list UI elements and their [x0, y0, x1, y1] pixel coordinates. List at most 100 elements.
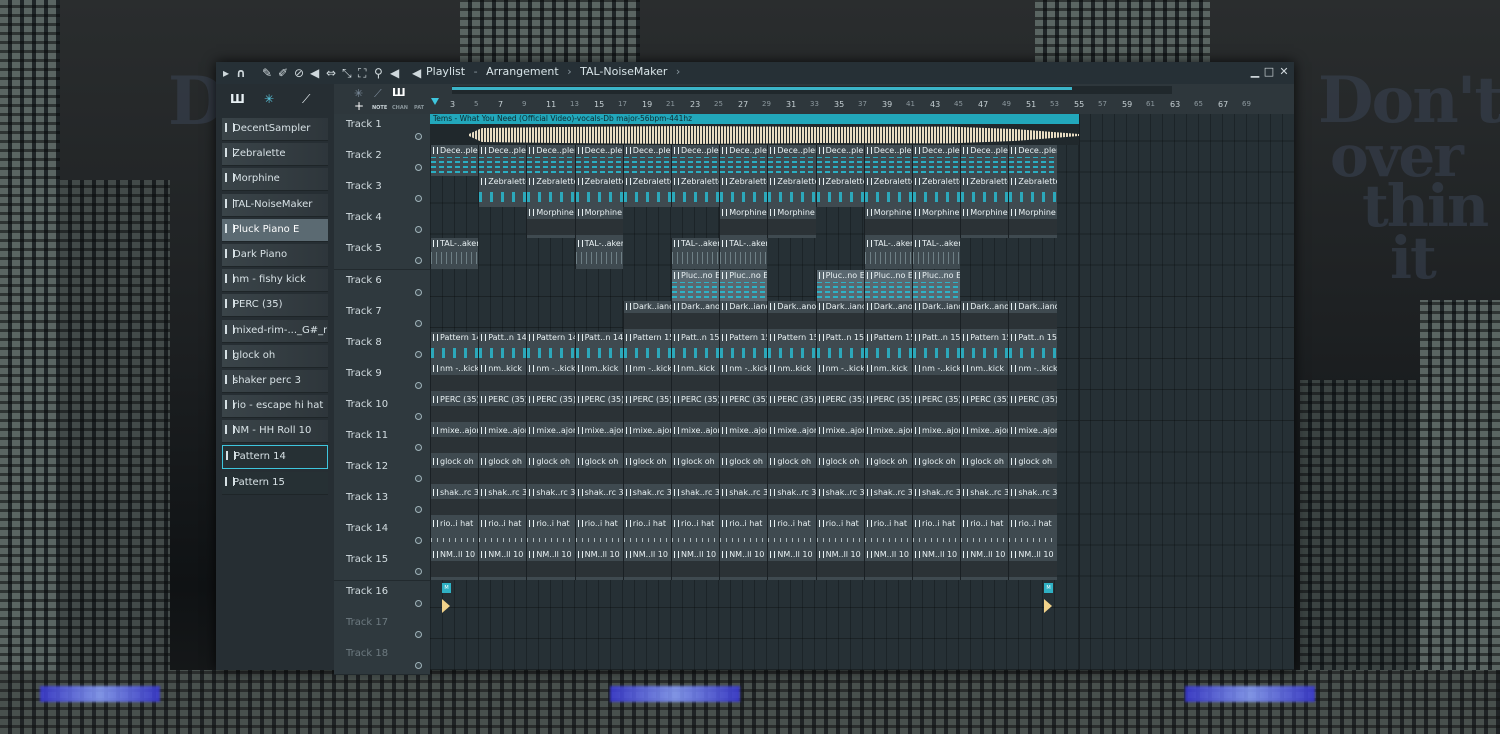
pattern-clip[interactable]: shak..rc 3	[1008, 487, 1057, 519]
pattern-clip[interactable]: Patt..n 14	[574, 331, 623, 363]
track-enable-icon[interactable]	[415, 444, 422, 451]
pattern-clip[interactable]: glock oh	[622, 456, 671, 488]
track-header[interactable]: Track 5	[334, 238, 430, 271]
track-header[interactable]: Track 9	[334, 362, 430, 395]
track-header[interactable]: Track 8	[334, 331, 430, 364]
pattern-clip[interactable]: NM..ll 10	[430, 549, 479, 581]
track-header[interactable]: Track 18	[334, 642, 430, 675]
pattern-clip[interactable]: NM..ll 10	[526, 549, 575, 581]
pattern-clip[interactable]: PERC (35)	[622, 393, 671, 425]
channel-item[interactable]: mixed-rim-..._G#_major	[222, 319, 328, 343]
track-enable-icon[interactable]	[415, 412, 422, 420]
pattern-clip[interactable]: Dece..pler	[719, 145, 768, 177]
track-enable-icon[interactable]	[415, 288, 422, 296]
pattern-clip[interactable]: glock oh	[719, 456, 768, 488]
channel-item[interactable]: glock oh	[222, 344, 328, 368]
pattern-clip[interactable]: mixe..ajor	[863, 425, 912, 456]
channel-item[interactable]: TAL-NoiseMaker	[222, 193, 328, 217]
track-enable-icon[interactable]	[415, 630, 422, 638]
pattern-clip[interactable]: Pattern 14	[430, 331, 479, 363]
pattern-clip[interactable]: Zebralette	[1008, 176, 1057, 208]
speaker-icon[interactable]: ◀	[390, 65, 399, 81]
pattern-clip[interactable]: Zebralette	[526, 176, 575, 208]
pattern-clip[interactable]: mixe..ajor	[960, 425, 1009, 456]
pattern-clip[interactable]: glock oh	[574, 456, 623, 488]
track-header[interactable]: Track 16	[334, 580, 430, 613]
pattern-clip[interactable]: mixe..ajor	[719, 425, 768, 456]
track-enable-icon[interactable]	[415, 599, 422, 607]
pattern-clip[interactable]: nm..kick	[574, 362, 623, 394]
pattern-clip[interactable]: glock oh	[671, 456, 720, 488]
audio-clip[interactable]: Tems - What You Need (Official Video)-vo…	[430, 114, 1079, 145]
pattern-clip[interactable]: nm -..kick	[430, 362, 479, 394]
pattern-clip[interactable]: PERC (35)	[1008, 393, 1057, 425]
pattern-clip[interactable]: mixe..ajor	[912, 425, 961, 456]
pattern-clip[interactable]: rio..i hat	[430, 518, 479, 550]
pattern-clip[interactable]: PERC (35)	[671, 393, 720, 425]
select-icon[interactable]: ⛶	[358, 65, 366, 81]
maximize-button[interactable]: □	[1262, 65, 1276, 79]
pattern-clip[interactable]: rio..i hat	[719, 518, 768, 550]
pattern-clip[interactable]: Dark..iano	[912, 300, 961, 332]
pattern-item-active[interactable]: Pattern 14	[222, 445, 328, 470]
pattern-clip[interactable]: Dark..ano	[960, 300, 1009, 332]
track-header[interactable]: Track 4	[334, 207, 430, 240]
slip-icon[interactable]: ⇔	[326, 65, 336, 81]
title-bar[interactable]: ▸ ∩ ✎ ✐ ⊘ ◀ ⇔ ⤡ ⛶ ⚲ ◀ ◀ Playlist - Arran…	[216, 62, 1294, 84]
time-marker[interactable]: M	[1044, 582, 1054, 613]
pattern-clip[interactable]: TAL-..aker	[912, 238, 961, 270]
pattern-clip[interactable]: glock oh	[815, 456, 864, 488]
pattern-clip[interactable]: PERC (35)	[478, 393, 527, 425]
pattern-clip[interactable]: Dece..pler	[526, 145, 575, 177]
pattern-clip[interactable]: shak..rc 3	[960, 487, 1009, 519]
pattern-clip[interactable]: glock oh	[478, 456, 527, 488]
pattern-clip[interactable]: rio..i hat	[671, 518, 720, 550]
pattern-clip[interactable]: nm -..kick	[526, 362, 575, 394]
track-enable-icon[interactable]	[415, 319, 422, 327]
pattern-clip[interactable]: NM..ll 10	[574, 549, 623, 581]
track-enable-icon[interactable]	[415, 164, 422, 172]
pattern-clip[interactable]: Pattern 15	[863, 331, 912, 363]
pattern-clip[interactable]: Dece..pler	[430, 145, 479, 177]
track-header[interactable]: Track 7	[334, 300, 430, 333]
pattern-clip[interactable]: PERC (35)	[815, 393, 864, 425]
pattern-clip[interactable]: Dece..pler	[622, 145, 671, 177]
pattern-clip[interactable]: Zebralette	[912, 176, 961, 208]
pattern-clip[interactable]: Morphine	[719, 207, 768, 239]
channel-item[interactable]: NM - HH Roll 10	[222, 420, 328, 444]
pattern-clip[interactable]: Dark..ano	[767, 300, 816, 332]
scrollbar-thumb[interactable]	[452, 87, 1072, 90]
pattern-clip[interactable]: nm..kick	[671, 362, 720, 394]
pattern-clip[interactable]: shak..rc 3	[526, 487, 575, 519]
pattern-clip[interactable]: Dece..pler	[767, 145, 816, 177]
brush-icon[interactable]: ✐	[278, 65, 288, 81]
pattern-clip[interactable]: Pattern 15	[767, 331, 816, 363]
pattern-clip[interactable]: NM..ll 10	[815, 549, 864, 581]
channel-item[interactable]: DecentSampler	[222, 118, 328, 141]
track-enable-icon[interactable]	[415, 226, 422, 234]
slice-icon[interactable]: ⤡	[342, 65, 352, 81]
pattern-clip[interactable]: NM..ll 10	[960, 549, 1009, 581]
pattern-clip[interactable]: glock oh	[912, 456, 961, 488]
pattern-clip[interactable]: TAL-..aker	[574, 238, 623, 270]
pattern-clip[interactable]: glock oh	[767, 456, 816, 488]
pattern-clip[interactable]: NM..ll 10	[912, 549, 961, 581]
channel-item[interactable]: PERC (35)	[222, 294, 328, 318]
pattern-clip[interactable]: PERC (35)	[863, 393, 912, 425]
track-enable-icon[interactable]	[415, 537, 422, 545]
note-toggle[interactable]: NOTE	[372, 105, 387, 111]
piano-icon[interactable]: Ш	[230, 92, 245, 106]
pattern-clip[interactable]: TAL-..aker	[719, 238, 768, 270]
pattern-clip[interactable]: shak..rc 3	[430, 487, 479, 519]
pattern-clip[interactable]: Morphine	[912, 207, 961, 239]
pattern-clip[interactable]: PERC (35)	[719, 393, 768, 425]
pencil-icon[interactable]: ✎	[262, 65, 272, 81]
pattern-clip[interactable]: Pluc..no E	[719, 269, 768, 301]
pattern-clip[interactable]: Pattern 14	[526, 331, 575, 363]
pattern-clip[interactable]: Zebralette	[574, 176, 623, 208]
time-marker[interactable]: M	[442, 582, 452, 613]
pattern-clip[interactable]: NM..ll 10	[863, 549, 912, 581]
pattern-clip[interactable]: rio..i hat	[863, 518, 912, 550]
pattern-clip[interactable]: Patt..n 15	[1008, 331, 1057, 363]
pattern-clip[interactable]: NM..ll 10	[1008, 549, 1057, 581]
